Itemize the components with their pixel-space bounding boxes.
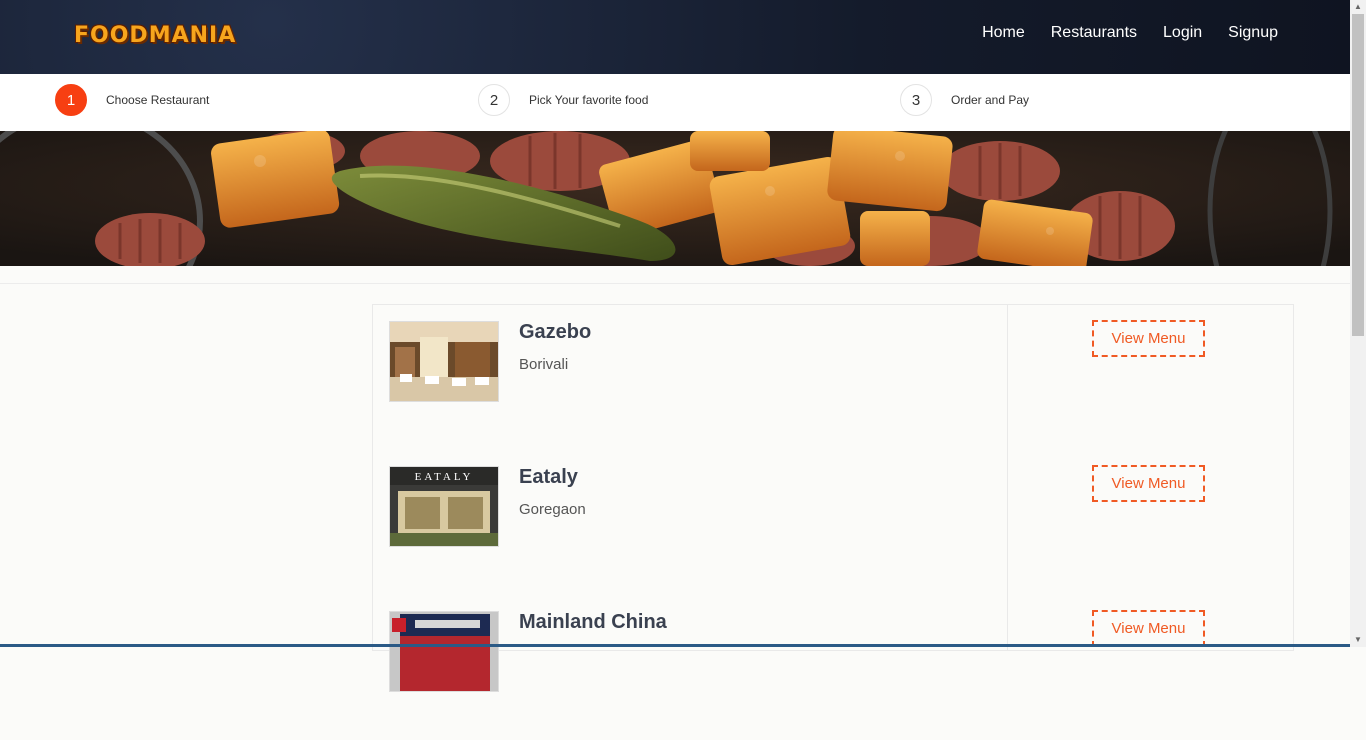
step-choose-restaurant: 1 Choose Restaurant (55, 84, 209, 116)
brand-logo[interactable]: FOODMANIA (74, 20, 236, 50)
step-number-badge: 3 (900, 84, 932, 116)
section-divider (0, 283, 1350, 284)
restaurant-image (389, 321, 499, 402)
step-label: Order and Pay (951, 93, 1030, 107)
restaurant-row: Gazebo Borivali View Menu (373, 305, 1293, 450)
restaurant-location: Goregaon (519, 501, 586, 518)
restaurant-location: Borivali (519, 356, 569, 373)
eataly-sign: EATALY (415, 471, 474, 483)
food-pan-image (0, 131, 1350, 266)
step-pick-food: 2 Pick Your favorite food (478, 84, 648, 116)
hero-food-banner (0, 131, 1350, 266)
restaurant-name[interactable]: Eataly (519, 466, 578, 489)
page-scrollbar[interactable]: ▲ ▼ (1350, 0, 1366, 647)
restaurant-row: EATALY Eataly Goregaon View Menu (373, 450, 1293, 595)
nav-signup-link[interactable]: Signup (1228, 24, 1278, 42)
step-number-badge: 1 (55, 84, 87, 116)
restaurant-name[interactable]: Mainland China (519, 611, 667, 634)
restaurant-list: Gazebo Borivali View Menu EATALY Eataly … (372, 304, 1294, 692)
step-order-pay: 3 Order and Pay (900, 84, 1029, 116)
restaurant-row: Mainland China View Menu (373, 595, 1293, 740)
order-steps: 1 Choose Restaurant 2 Pick Your favorite… (0, 74, 1350, 131)
step-number-badge: 2 (478, 84, 510, 116)
restaurant-image: EATALY (389, 466, 499, 547)
scroll-up-arrow-icon[interactable]: ▲ (1350, 0, 1366, 14)
restaurant-image (389, 611, 499, 692)
view-menu-button[interactable]: View Menu (1092, 610, 1205, 647)
main-nav: Home Restaurants Login Signup (982, 24, 1278, 42)
view-menu-button[interactable]: View Menu (1092, 465, 1205, 502)
top-navbar: FOODMANIA Home Restaurants Login Signup (0, 0, 1350, 74)
step-label: Pick Your favorite food (529, 93, 649, 107)
restaurant-name[interactable]: Gazebo (519, 321, 591, 344)
nav-home-link[interactable]: Home (982, 24, 1025, 42)
nav-login-link[interactable]: Login (1163, 24, 1202, 42)
scrollbar-thumb[interactable] (1352, 14, 1364, 336)
step-label: Choose Restaurant (106, 93, 210, 107)
view-menu-button[interactable]: View Menu (1092, 320, 1205, 357)
scroll-down-arrow-icon[interactable]: ▼ (1350, 633, 1366, 647)
nav-restaurants-link[interactable]: Restaurants (1051, 24, 1137, 42)
